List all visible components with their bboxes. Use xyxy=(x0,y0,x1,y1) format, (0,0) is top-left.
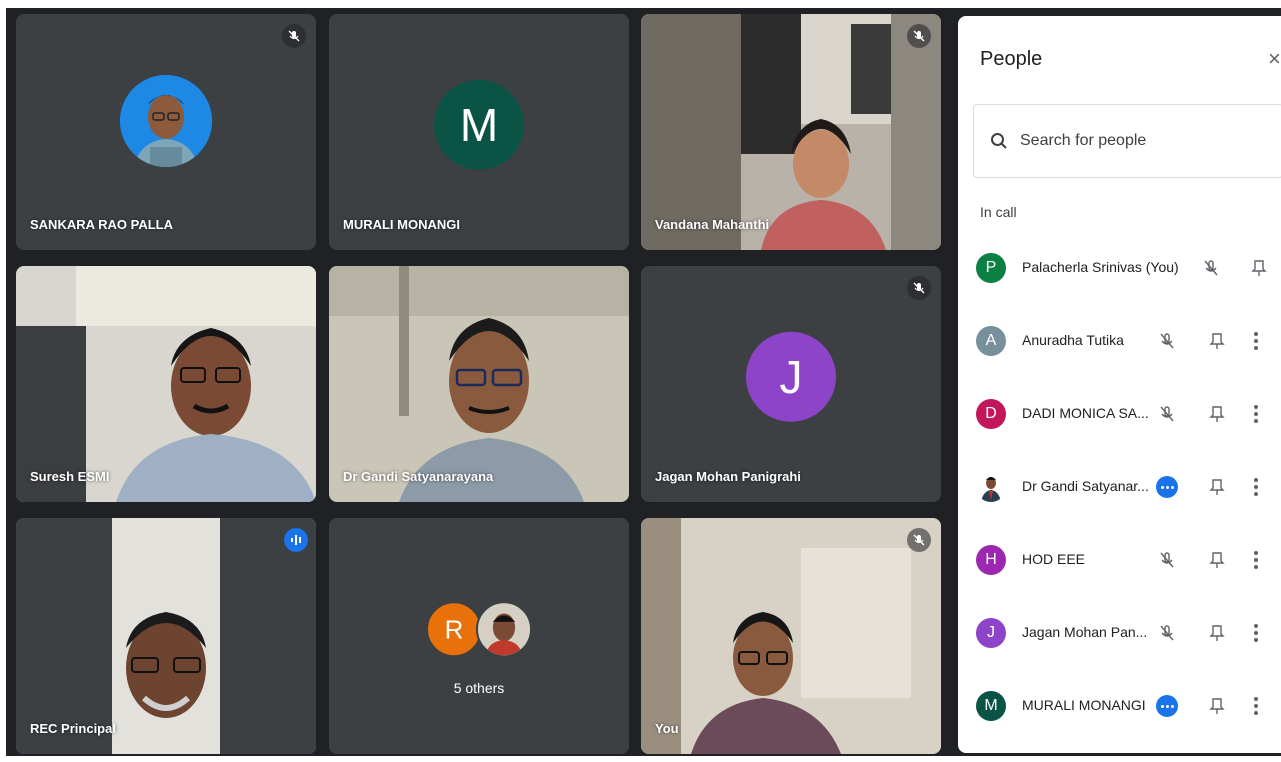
mic-off-icon xyxy=(907,24,931,48)
speaking-dots-icon xyxy=(1156,476,1178,498)
more-options-icon[interactable] xyxy=(1248,693,1264,719)
avatar: J xyxy=(746,331,836,422)
avatar: H xyxy=(976,545,1006,575)
participant-tile-you[interactable]: You xyxy=(641,518,941,754)
mic-off-icon[interactable] xyxy=(1154,328,1180,354)
participant-name: MURALI MONANGI xyxy=(343,217,460,232)
mic-off-icon[interactable] xyxy=(1154,547,1180,573)
participant-video xyxy=(16,266,316,502)
section-label-in-call: In call xyxy=(980,204,1017,220)
avatar: P xyxy=(976,253,1006,283)
list-item[interactable]: J Jagan Mohan Pan... xyxy=(958,603,1281,663)
participant-video xyxy=(641,14,941,250)
participant-name: REC Principal xyxy=(30,721,116,736)
pin-icon[interactable] xyxy=(1204,474,1230,500)
participant-list-name: MURALI MONANGI xyxy=(1022,697,1146,713)
pin-icon[interactable] xyxy=(1204,547,1230,573)
participant-tile-rec-principal[interactable]: REC Principal xyxy=(16,518,316,754)
participant-tile-sankara[interactable]: SANKARA RAO PALLA xyxy=(16,14,316,250)
participant-name: Jagan Mohan Panigrahi xyxy=(655,469,801,484)
participant-list-name: DADI MONICA SA... xyxy=(1022,405,1149,421)
participant-tile-jagan[interactable]: J Jagan Mohan Panigrahi xyxy=(641,266,941,502)
more-options-icon[interactable] xyxy=(1248,474,1264,500)
participant-name: Vandana Mahanthi xyxy=(655,217,770,232)
mic-off-icon[interactable] xyxy=(1154,401,1180,427)
participant-tile-vandana[interactable]: Vandana Mahanthi xyxy=(641,14,941,250)
participant-name: Suresh ESMI xyxy=(30,469,110,484)
participant-list-name: Anuradha Tutika xyxy=(1022,332,1124,348)
mic-off-icon xyxy=(282,24,306,48)
pin-icon[interactable] xyxy=(1204,620,1230,646)
avatar-photo xyxy=(476,601,532,658)
avatar: M xyxy=(434,79,524,170)
search-box[interactable] xyxy=(973,104,1281,178)
participant-name: Dr Gandi Satyanarayana xyxy=(343,469,494,484)
list-item[interactable]: A Anuradha Tutika xyxy=(958,311,1281,371)
panel-title: People xyxy=(980,48,1043,70)
avatar: R xyxy=(426,601,482,658)
list-item[interactable]: M MURALI MONANGI xyxy=(958,676,1281,736)
more-options-icon[interactable] xyxy=(1248,547,1264,573)
participant-list-name: Jagan Mohan Pan... xyxy=(1022,624,1148,640)
more-options-icon[interactable] xyxy=(1248,328,1264,354)
pin-icon[interactable] xyxy=(1204,328,1230,354)
participant-list-name: Dr Gandi Satyanar... xyxy=(1022,478,1149,494)
list-item[interactable]: P Palacherla Srinivas (You) xyxy=(958,238,1281,298)
avatar: M xyxy=(976,691,1006,721)
close-icon[interactable]: × xyxy=(1268,46,1281,72)
avatar: J xyxy=(976,618,1006,648)
more-options-icon[interactable] xyxy=(1248,401,1264,427)
participant-video xyxy=(16,518,316,754)
participant-list-name: Palacherla Srinivas (You) xyxy=(1022,259,1179,275)
pin-icon[interactable] xyxy=(1246,255,1272,281)
participant-video xyxy=(329,266,629,502)
list-item[interactable]: Dr Gandi Satyanar... xyxy=(958,457,1281,517)
mic-off-icon[interactable] xyxy=(1198,255,1224,281)
list-item[interactable]: H HOD EEE xyxy=(958,530,1281,590)
speaking-dots-icon xyxy=(1156,695,1178,717)
participant-name: You xyxy=(655,721,679,736)
avatar-photo xyxy=(976,472,1006,502)
mic-off-icon xyxy=(907,528,931,552)
list-item[interactable]: D DADI MONICA SA... xyxy=(958,384,1281,444)
speaking-indicator-icon xyxy=(284,528,308,552)
search-input[interactable] xyxy=(1020,132,1260,150)
people-panel: People × In call P Palacherla Srinivas (… xyxy=(958,16,1281,753)
avatar: D xyxy=(976,399,1006,429)
others-count-label: 5 others xyxy=(453,680,505,696)
participant-tile-murali[interactable]: M MURALI MONANGI xyxy=(329,14,629,250)
search-icon xyxy=(991,133,1007,149)
participant-tile-suresh[interactable]: Suresh ESMI xyxy=(16,266,316,502)
more-options-icon[interactable] xyxy=(1248,620,1264,646)
mic-off-icon xyxy=(907,276,931,300)
avatar: A xyxy=(976,326,1006,356)
participant-name: SANKARA RAO PALLA xyxy=(30,217,173,232)
participant-video xyxy=(641,518,941,754)
participant-photo xyxy=(120,74,212,167)
participant-tile-others[interactable]: R 5 others xyxy=(329,518,629,754)
others-avatar-group: R xyxy=(426,601,532,658)
pin-icon[interactable] xyxy=(1204,693,1230,719)
mic-off-icon[interactable] xyxy=(1154,620,1180,646)
participant-list-name: HOD EEE xyxy=(1022,551,1086,567)
participant-tile-gandi[interactable]: Dr Gandi Satyanarayana xyxy=(329,266,629,502)
pin-icon[interactable] xyxy=(1204,401,1230,427)
